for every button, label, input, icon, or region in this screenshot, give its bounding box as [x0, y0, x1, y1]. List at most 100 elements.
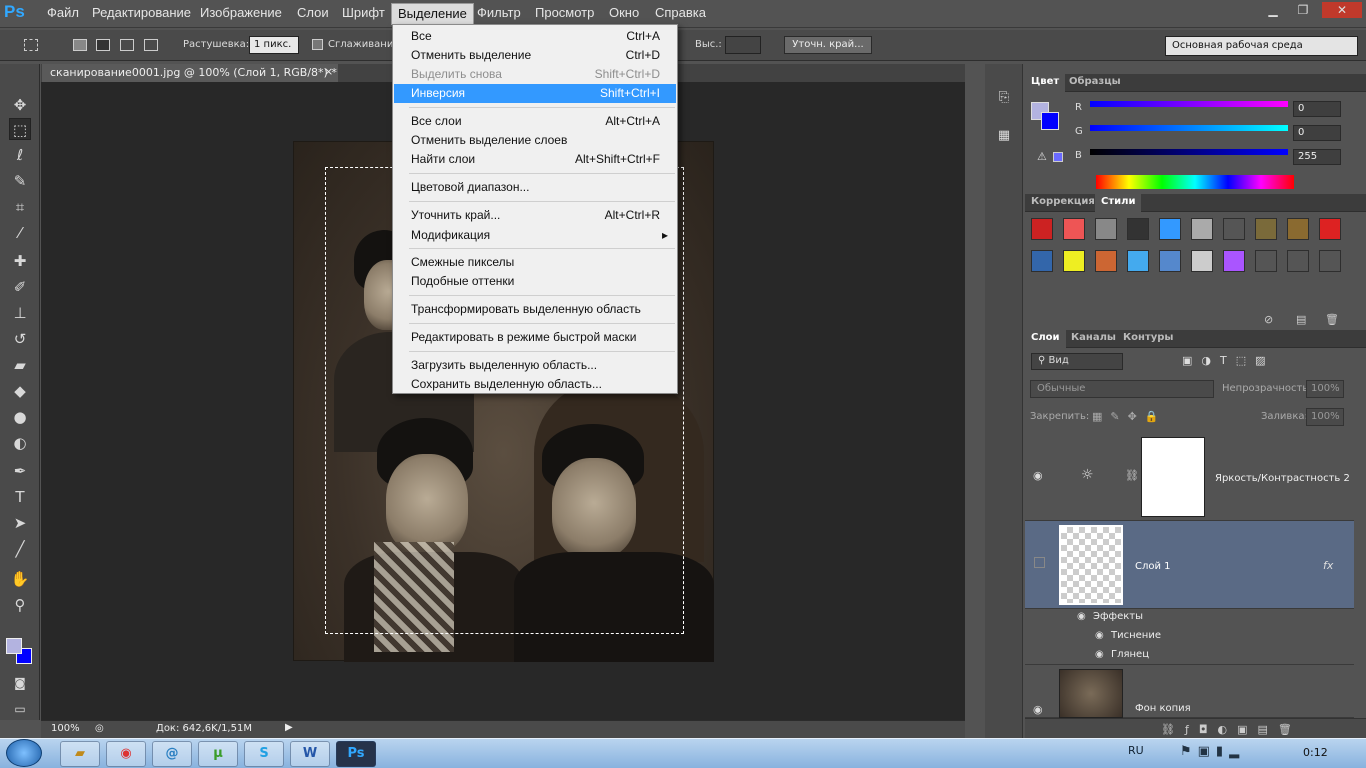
eye-toggle-empty[interactable]: [1034, 557, 1045, 568]
layer-thumbnail[interactable]: [1059, 525, 1123, 605]
pen-tool-icon[interactable]: ✒: [9, 460, 31, 482]
effect-eye-icon[interactable]: ◉: [1095, 630, 1104, 641]
menu-edit[interactable]: Редактирование: [92, 5, 191, 20]
style-swatch[interactable]: [1031, 250, 1053, 272]
menu-item-refine-edge[interactable]: Уточнить край... Alt+Ctrl+R: [394, 206, 676, 225]
effect-eye-icon[interactable]: ◉: [1095, 649, 1104, 660]
history-panel-icon[interactable]: ⎘: [995, 90, 1013, 108]
link-icon[interactable]: ⛓: [1125, 469, 1139, 482]
style-swatch[interactable]: [1319, 218, 1341, 240]
style-swatch[interactable]: [1255, 250, 1277, 272]
add-selection-icon[interactable]: [96, 39, 110, 51]
menu-item-similar[interactable]: Подобные оттенки: [394, 272, 676, 291]
new-selection-icon[interactable]: [73, 39, 87, 51]
tab-layers[interactable]: Слои: [1025, 330, 1066, 348]
quick-mask-icon[interactable]: ◙: [9, 672, 31, 694]
style-swatch[interactable]: [1159, 250, 1181, 272]
workspace-select[interactable]: Основная рабочая среда: [1165, 36, 1358, 56]
menu-item-deselect-layers[interactable]: Отменить выделение слоев: [394, 131, 676, 150]
document-tab-close-icon[interactable]: ×: [324, 65, 333, 78]
style-swatch[interactable]: [1287, 250, 1309, 272]
rect-marquee-tool-icon[interactable]: ⬚: [9, 118, 31, 140]
r-value[interactable]: 0: [1293, 101, 1341, 117]
document-tab[interactable]: сканирование0001.jpg @ 100% (Слой 1, RGB…: [42, 64, 338, 82]
photoshop-taskbar-icon[interactable]: Ps: [336, 741, 376, 767]
explorer-taskbar-icon[interactable]: ▰: [60, 741, 100, 767]
menu-view[interactable]: Просмотр: [535, 5, 594, 20]
dodge-tool-icon[interactable]: ◐: [9, 432, 31, 454]
eye-icon[interactable]: ◉: [1033, 469, 1043, 482]
layer-name[interactable]: Слой 1: [1135, 561, 1171, 572]
menu-image[interactable]: Изображение: [200, 5, 282, 20]
tab-paths[interactable]: Контуры: [1117, 330, 1179, 348]
menu-help[interactable]: Справка: [655, 5, 706, 20]
hand-tool-icon[interactable]: ✋: [9, 568, 31, 590]
healing-tool-icon[interactable]: ✚: [9, 250, 31, 272]
close-button[interactable]: ✕: [1322, 2, 1362, 18]
paint-bucket-tool-icon[interactable]: ◆: [9, 380, 31, 402]
type-tool-icon[interactable]: T: [9, 486, 31, 508]
layer-mask-thumbnail[interactable]: [1141, 437, 1205, 517]
fill-value[interactable]: 100%: [1306, 408, 1344, 426]
menu-item-all[interactable]: Все Ctrl+A: [394, 27, 676, 46]
intersect-selection-icon[interactable]: [144, 39, 158, 51]
lasso-tool-icon[interactable]: ℓ: [9, 144, 31, 166]
eyedropper-tool-icon[interactable]: ⁄: [9, 222, 31, 244]
style-swatch[interactable]: [1127, 250, 1149, 272]
b-value[interactable]: 255: [1293, 149, 1341, 165]
history-brush-tool-icon[interactable]: ↺: [9, 328, 31, 350]
eraser-tool-icon[interactable]: ▰: [9, 354, 31, 376]
layer-name[interactable]: Фон копия: [1135, 703, 1191, 714]
style-swatch[interactable]: [1031, 218, 1053, 240]
feather-input[interactable]: 1 пикс.: [249, 36, 299, 54]
zoom-level[interactable]: 100%: [51, 723, 80, 734]
layer-row[interactable]: ◉ Фон копия: [1025, 665, 1354, 718]
style-swatch[interactable]: [1191, 250, 1213, 272]
delete-style-icon[interactable]: 🗑: [1325, 313, 1339, 326]
start-button[interactable]: [6, 739, 42, 767]
clear-style-icon[interactable]: ⊘: [1264, 313, 1273, 326]
brush-tool-icon[interactable]: ✐: [9, 276, 31, 298]
status-arrow-icon[interactable]: ▶: [285, 722, 293, 733]
menu-item-grow[interactable]: Смежные пикселы: [394, 253, 676, 272]
screen-mode-icon[interactable]: ▭: [9, 698, 31, 720]
menu-item-quick-mask[interactable]: Редактировать в режиме быстрой маски: [394, 328, 676, 347]
gamut-warning-icon[interactable]: ⚠: [1037, 150, 1047, 163]
g-slider[interactable]: [1090, 125, 1288, 131]
refine-edge-button[interactable]: Уточн. край...: [784, 36, 872, 54]
quick-select-tool-icon[interactable]: ✎: [9, 170, 31, 192]
tab-color[interactable]: Цвет: [1025, 74, 1066, 92]
fx-icon[interactable]: fx: [1323, 559, 1333, 572]
menu-window[interactable]: Окно: [609, 5, 639, 20]
layer-footer-icons[interactable]: ⛓ƒ◘◐▣▤🗑: [1161, 723, 1302, 736]
menu-layers[interactable]: Слои: [297, 5, 329, 20]
move-tool-icon[interactable]: ✥: [9, 94, 31, 116]
style-swatch[interactable]: [1223, 250, 1245, 272]
layer-thumbnail[interactable]: [1059, 669, 1123, 718]
style-swatch[interactable]: [1191, 218, 1213, 240]
line-tool-icon[interactable]: ╱: [9, 538, 31, 560]
blend-mode-select[interactable]: Обычные: [1030, 380, 1214, 398]
word-taskbar-icon[interactable]: W: [290, 741, 330, 767]
subtract-selection-icon[interactable]: [120, 39, 134, 51]
menu-item-color-range[interactable]: Цветовой диапазон...: [394, 178, 676, 197]
style-swatch[interactable]: [1255, 218, 1277, 240]
r-slider[interactable]: [1090, 101, 1288, 107]
layer-row-selected[interactable]: Слой 1 fx: [1025, 521, 1354, 609]
path-select-tool-icon[interactable]: ➤: [9, 512, 31, 534]
style-swatch[interactable]: [1127, 218, 1149, 240]
tab-swatches[interactable]: Образцы: [1063, 74, 1127, 92]
stamp-tool-icon[interactable]: ⊥: [9, 302, 31, 324]
marquee-tool-icon[interactable]: [24, 39, 38, 51]
effects-eye-icon[interactable]: ◉: [1077, 611, 1086, 622]
color-bg-swatch[interactable]: [1041, 112, 1059, 130]
menu-select[interactable]: Выделение: [391, 3, 474, 25]
layer-filter-icons[interactable]: ▣◑T⬚▨: [1182, 354, 1275, 367]
clock[interactable]: 0:12: [1303, 746, 1328, 759]
skype-taskbar-icon[interactable]: S: [244, 741, 284, 767]
style-swatch[interactable]: [1319, 250, 1341, 272]
status-info-icon[interactable]: ◎: [95, 723, 104, 734]
style-swatch[interactable]: [1223, 218, 1245, 240]
style-swatch[interactable]: [1159, 218, 1181, 240]
crop-tool-icon[interactable]: ⌗: [9, 196, 31, 218]
